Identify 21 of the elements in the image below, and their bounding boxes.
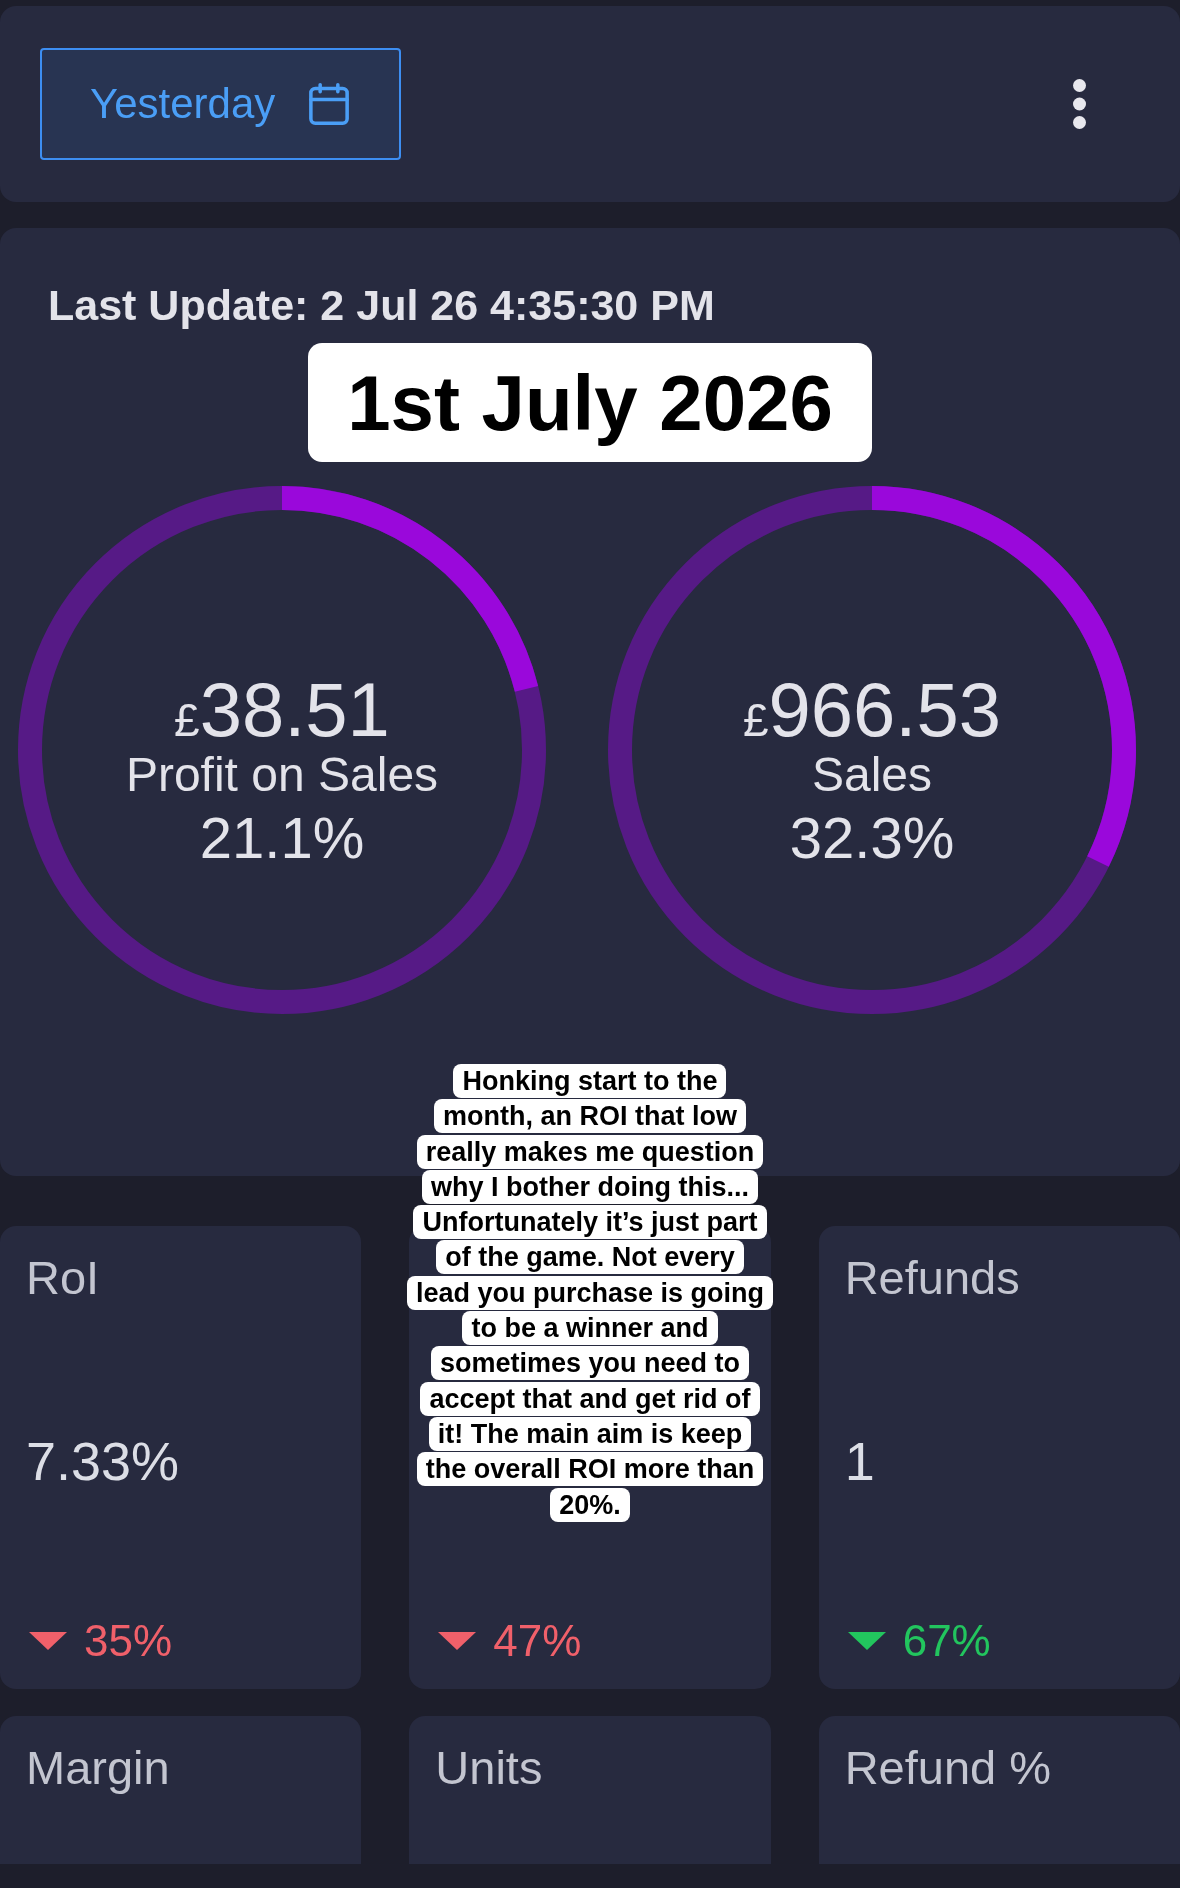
stat-label: Units: [435, 1740, 543, 1796]
stat-value: 7.33%: [26, 1433, 180, 1488]
stat-label: RoI: [26, 1250, 100, 1306]
stat-change: 67%: [902, 1619, 991, 1663]
stat-change: 47%: [493, 1619, 582, 1663]
gauge-value: £966.53: [742, 671, 1001, 748]
gauge-percent: 21.1%: [199, 808, 365, 867]
gauge-percent: 32.3%: [789, 808, 955, 867]
calendar-icon: [309, 83, 350, 125]
stat-label: Margin: [26, 1740, 170, 1796]
stat-value: 1: [844, 1433, 875, 1488]
last-update-text: Last Update: 2 Jul 26 4:35:30 PM: [48, 280, 715, 331]
stat-change: 35%: [84, 1619, 173, 1663]
date-range-button[interactable]: Yesterday: [40, 48, 401, 160]
more-options-icon[interactable]: [1073, 79, 1086, 129]
gauge-value: £38.51: [174, 671, 390, 748]
gauge-label: Sales: [811, 750, 933, 799]
stat-label: Refund %: [844, 1740, 1052, 1796]
date-caption: 1st July 2026: [308, 343, 872, 462]
gauge-label: Profit on Sales: [125, 750, 439, 799]
stat-label: Refunds: [844, 1250, 1020, 1306]
